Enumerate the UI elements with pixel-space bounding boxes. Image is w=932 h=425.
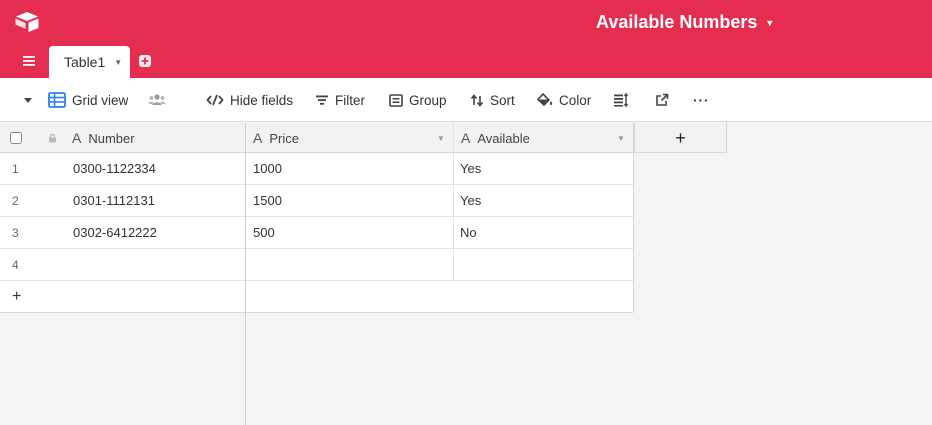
- more-icon: ···: [693, 92, 710, 108]
- chevron-down-icon[interactable]: ▼: [617, 134, 625, 143]
- base-title[interactable]: Available Numbers ▼: [596, 12, 774, 33]
- group-icon: [389, 93, 403, 107]
- column-header-number[interactable]: A Number: [72, 123, 237, 153]
- cell-number[interactable]: 0301-1112131: [73, 193, 155, 208]
- menu-icon[interactable]: [20, 54, 38, 68]
- cell-price-value: 1000: [253, 161, 282, 176]
- cell-available[interactable]: Yes: [454, 185, 633, 217]
- select-all-checkbox[interactable]: [10, 123, 24, 153]
- plus-icon: +: [12, 287, 22, 305]
- text-field-icon: A: [253, 130, 263, 146]
- text-field-icon: A: [461, 130, 471, 146]
- hide-fields-button[interactable]: Hide fields: [206, 78, 293, 122]
- cell-available-value: Yes: [460, 161, 482, 176]
- sort-icon: [470, 93, 484, 107]
- color-label: Color: [559, 92, 592, 108]
- cell-price[interactable]: 500: [246, 217, 453, 249]
- add-row-area[interactable]: [246, 281, 633, 313]
- lock-icon: [48, 123, 60, 153]
- column-divider: [633, 123, 634, 312]
- cell-available-value: No: [460, 225, 477, 240]
- cell-available[interactable]: Yes: [454, 153, 633, 185]
- cell-price[interactable]: 1500: [246, 185, 453, 217]
- row-number: 2: [12, 193, 19, 208]
- chevron-down-icon: ▼: [765, 17, 775, 28]
- sort-label: Sort: [490, 92, 515, 108]
- table-row[interactable]: 2 0301-1112131: [0, 185, 245, 217]
- table-row[interactable]: 1 0300-1122334: [0, 153, 245, 185]
- column-header-price[interactable]: A Price: [253, 123, 448, 153]
- view-switcher-button[interactable]: Grid view: [48, 78, 128, 122]
- row-number: 4: [12, 257, 19, 272]
- cell-price[interactable]: 1000: [246, 153, 453, 185]
- people-icon: [148, 94, 166, 105]
- group-button[interactable]: Group: [389, 78, 447, 122]
- views-toggle-button[interactable]: [22, 78, 34, 122]
- row-height-button[interactable]: [613, 78, 629, 122]
- cell-price[interactable]: [246, 249, 453, 281]
- column-name: Available: [477, 130, 530, 146]
- view-toolbar: Grid view Hide fields Filter Group Sort …: [0, 78, 932, 122]
- base-title-text: Available Numbers: [596, 12, 758, 32]
- add-table-icon[interactable]: [138, 54, 152, 68]
- cell-number[interactable]: 0300-1122334: [73, 161, 156, 176]
- checkbox-icon: [10, 132, 22, 144]
- row-number: 1: [12, 161, 19, 176]
- column-divider: [453, 123, 454, 281]
- column-name: Price: [269, 130, 299, 146]
- tab-label: Table1: [64, 54, 106, 70]
- share-view-button[interactable]: [655, 78, 669, 122]
- grid: A Number ▼ A Price ▼ A Available ▼ + 1 0…: [0, 123, 932, 425]
- chevron-down-icon[interactable]: ▼: [114, 58, 122, 67]
- more-options-button[interactable]: ···: [693, 78, 710, 122]
- filter-button[interactable]: Filter: [315, 78, 365, 122]
- tab-table1[interactable]: Table1 ▼: [49, 46, 130, 78]
- cell-number[interactable]: 0302-6412222: [73, 225, 157, 240]
- group-label: Group: [409, 92, 447, 108]
- filter-icon: [316, 95, 328, 105]
- frozen-divider: [245, 123, 246, 425]
- plus-icon: +: [675, 127, 686, 148]
- cell-available[interactable]: [454, 249, 633, 281]
- cell-price-value: 1500: [253, 193, 282, 208]
- view-name: Grid view: [72, 92, 129, 108]
- cell-available[interactable]: No: [454, 217, 633, 249]
- column-name: Number: [88, 130, 135, 146]
- color-button[interactable]: Color: [537, 78, 591, 122]
- external-link-icon: [656, 93, 669, 106]
- filter-label: Filter: [335, 92, 365, 108]
- row-number: 3: [12, 225, 19, 240]
- cell-price-value: 500: [253, 225, 275, 240]
- cell-available-value: Yes: [460, 193, 482, 208]
- chevron-down-icon[interactable]: ▼: [437, 134, 445, 143]
- app-header: Available Numbers ▼ Table1 ▼: [0, 0, 932, 78]
- row-height-icon: [614, 93, 629, 107]
- paint-bucket-icon: [537, 93, 553, 107]
- add-row-button[interactable]: +: [0, 281, 245, 313]
- hide-fields-icon: [206, 94, 224, 106]
- hide-fields-label: Hide fields: [230, 92, 294, 108]
- app-logo-icon[interactable]: [14, 11, 40, 33]
- grid-view-icon: [48, 92, 66, 108]
- collaborators-button[interactable]: [148, 78, 166, 122]
- add-field-button[interactable]: +: [634, 123, 727, 153]
- text-field-icon: A: [72, 130, 82, 146]
- caret-down-icon: [24, 98, 32, 103]
- table-row[interactable]: 4: [0, 249, 245, 281]
- column-header-available[interactable]: A Available: [461, 123, 626, 153]
- sort-button[interactable]: Sort: [470, 78, 515, 122]
- table-row[interactable]: 3 0302-6412222: [0, 217, 245, 249]
